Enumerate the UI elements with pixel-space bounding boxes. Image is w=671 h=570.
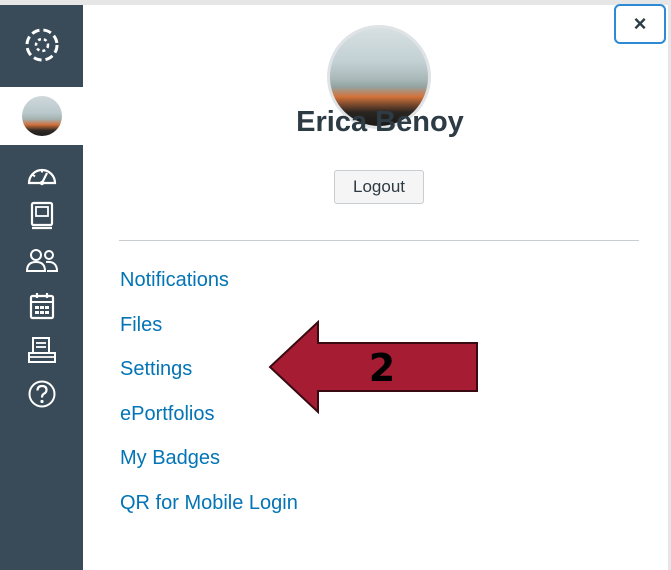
list-item: QR for Mobile Login — [120, 489, 298, 534]
logout-button[interactable]: Logout — [334, 170, 424, 204]
inbox-icon — [27, 337, 56, 363]
list-item: My Badges — [120, 444, 298, 489]
qr-mobile-login-link[interactable]: QR for Mobile Login — [120, 492, 298, 514]
calendar-icon — [29, 293, 54, 320]
list-item: Notifications — [120, 266, 298, 311]
close-tray-button[interactable]: × — [614, 4, 666, 44]
eportfolios-link[interactable]: ePortfolios — [120, 403, 215, 425]
help-icon — [28, 380, 55, 408]
annotation-step-number: 2 — [368, 346, 396, 390]
nav-canvas-logo[interactable] — [0, 13, 83, 77]
canvas-logo-icon — [25, 28, 58, 62]
groups-icon — [25, 249, 58, 272]
nav-calendar[interactable] — [0, 285, 83, 327]
my-badges-link[interactable]: My Badges — [120, 447, 220, 469]
tray-divider — [119, 240, 639, 241]
notifications-link[interactable]: Notifications — [120, 269, 229, 291]
window-top-border — [0, 0, 671, 5]
dashboard-icon — [27, 168, 56, 186]
nav-dashboard[interactable] — [0, 153, 83, 195]
nav-groups[interactable] — [0, 239, 83, 281]
files-link[interactable]: Files — [120, 314, 162, 336]
nav-help[interactable] — [0, 373, 83, 415]
user-name: Erica Benoy — [296, 106, 464, 138]
global-nav — [0, 5, 83, 570]
nav-inbox[interactable] — [0, 329, 83, 371]
courses-icon — [30, 201, 53, 230]
settings-link[interactable]: Settings — [120, 358, 192, 380]
nav-courses[interactable] — [0, 195, 83, 237]
